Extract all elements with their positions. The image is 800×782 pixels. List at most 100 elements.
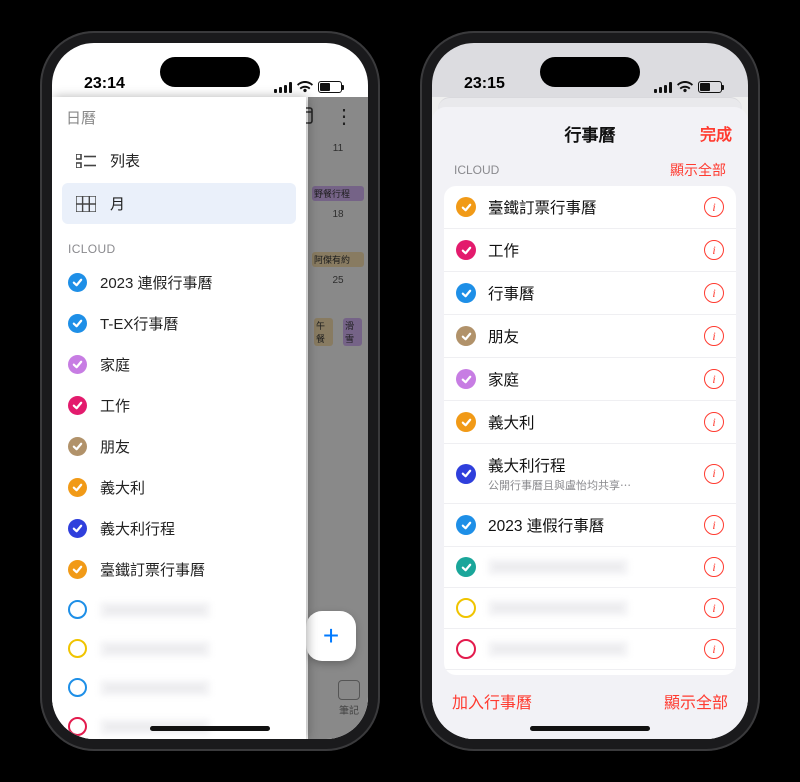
calendar-checkbox[interactable]	[68, 519, 87, 538]
calendar-checkbox[interactable]	[68, 355, 87, 374]
calendar-label-column: 工作	[488, 239, 692, 261]
calendar-checkbox[interactable]	[456, 598, 476, 618]
calendar-label: 臺鐵訂票行事曆	[100, 559, 205, 580]
plus-icon: +	[323, 620, 339, 652]
calendar-label: 家庭	[100, 354, 130, 375]
calendar-list: 2023 連假行事曆 T-EX行事曆家庭工作朋友義大利義大利行程臺鐵訂票行事曆	[52, 262, 306, 739]
calendar-item[interactable]: 朋友	[52, 426, 306, 467]
calendar-checkbox[interactable]	[68, 717, 87, 736]
calendar-checkbox[interactable]	[68, 478, 87, 497]
calendar-item[interactable]: 工作	[52, 385, 306, 426]
calendar-checkbox[interactable]	[68, 639, 87, 658]
calendar-label: 行事曆	[488, 282, 692, 304]
calendar-item[interactable]: i	[444, 628, 736, 669]
dynamic-island	[540, 57, 640, 87]
sidebar-title: 日曆	[52, 101, 306, 138]
calendar-checkbox[interactable]	[456, 515, 476, 535]
calendar-label: 朋友	[488, 325, 692, 347]
calendar-item[interactable]: 臺鐵訂票行事曆	[52, 549, 306, 590]
sheet-header: 行事曆 完成	[432, 107, 748, 156]
calendar-checkbox[interactable]	[456, 412, 476, 432]
info-icon[interactable]: i	[704, 283, 724, 303]
calendar-item[interactable]: 義大利 i	[444, 400, 736, 443]
home-indicator[interactable]	[150, 726, 270, 731]
calendar-checkbox[interactable]	[68, 396, 87, 415]
info-icon[interactable]: i	[704, 639, 724, 659]
calendar-label: 臺鐵訂票行事曆	[488, 196, 692, 218]
info-icon[interactable]: i	[704, 197, 724, 217]
info-icon[interactable]: i	[704, 369, 724, 389]
show-all-button[interactable]: 顯示全部	[664, 689, 728, 713]
done-button[interactable]: 完成	[700, 121, 732, 145]
calendar-label: 義大利	[100, 477, 145, 498]
calendar-checkbox[interactable]	[456, 240, 476, 260]
battery-icon	[318, 81, 342, 93]
calendar-item[interactable]: i	[444, 587, 736, 628]
calendar-item[interactable]: 2023 連假行事曆	[52, 262, 306, 303]
notes-chip[interactable]: 筆記	[338, 680, 360, 717]
calendar-checkbox[interactable]	[456, 283, 476, 303]
info-icon[interactable]: i	[704, 326, 724, 346]
calendar-item[interactable]: 家庭	[52, 344, 306, 385]
calendar-item[interactable]: 工作 i	[444, 228, 736, 271]
info-icon[interactable]: i	[704, 412, 724, 432]
calendar-item[interactable]	[52, 590, 306, 629]
calendar-checkbox[interactable]	[456, 197, 476, 217]
status-time: 23:14	[84, 75, 125, 93]
google-calendar-screen: 日曆 ⋮ 11 野餐行程 18 阿傑有約 25 午餐 滑雪	[52, 97, 368, 739]
calendar-sublabel: 公開行事曆且與盧怡均共享⋯	[488, 477, 692, 493]
group-header-row: ICLOUD 顯示全部	[432, 156, 748, 186]
calendar-label-redacted	[488, 641, 628, 657]
calendar-item[interactable]: 義大利行程公開行事曆且與盧怡均共享⋯i	[444, 443, 736, 503]
view-option-list[interactable]: 列表	[62, 140, 296, 181]
screen-right: 23:15 行事曆 完成 ICLOUD 顯示全部	[432, 43, 748, 739]
info-icon[interactable]: i	[704, 515, 724, 535]
calendar-item[interactable]: 義大利	[52, 467, 306, 508]
calendar-item[interactable]: i	[444, 546, 736, 587]
view-option-month[interactable]: 月	[62, 183, 296, 224]
calendar-item[interactable]	[52, 668, 306, 707]
calendar-item[interactable]: T-EX行事曆	[52, 303, 306, 344]
calendar-label: 義大利	[488, 411, 692, 433]
calendar-item[interactable]: i	[444, 669, 736, 675]
calendar-checkbox[interactable]	[68, 437, 87, 456]
calendar-checkbox[interactable]	[456, 557, 476, 577]
section-header-icloud: ICLOUD	[52, 226, 306, 262]
calendar-checkbox[interactable]	[456, 326, 476, 346]
calendar-list-card: 臺鐵訂票行事曆i工作i行事曆i朋友i家庭i義大利i義大利行程公開行事曆且與盧怡均…	[444, 186, 736, 675]
home-indicator[interactable]	[530, 726, 650, 731]
cellular-signal-icon	[274, 82, 292, 93]
calendar-item[interactable]: 2023 連假行事曆i	[444, 503, 736, 546]
calendar-checkbox[interactable]	[456, 464, 476, 484]
calendar-item[interactable]: 家庭i	[444, 357, 736, 400]
calendar-checkbox[interactable]	[456, 369, 476, 389]
month-view-icon	[76, 196, 96, 212]
calendar-checkbox[interactable]	[68, 273, 87, 292]
info-icon[interactable]: i	[704, 557, 724, 577]
info-icon[interactable]: i	[704, 464, 724, 484]
calendar-checkbox[interactable]	[68, 560, 87, 579]
calendar-item[interactable]: 臺鐵訂票行事曆 i	[444, 186, 736, 228]
calendar-label-column: 行事曆	[488, 282, 692, 304]
calendar-checkbox[interactable]	[68, 678, 87, 697]
info-icon[interactable]: i	[704, 240, 724, 260]
calendar-item[interactable]: 行事曆 i	[444, 271, 736, 314]
calendar-item[interactable]: 義大利行程	[52, 508, 306, 549]
group-show-all-button[interactable]: 顯示全部	[670, 160, 726, 180]
calendar-checkbox[interactable]	[68, 600, 87, 619]
calendar-checkbox[interactable]	[456, 639, 476, 659]
dynamic-island	[160, 57, 260, 87]
add-calendar-button[interactable]: 加入行事曆	[452, 689, 532, 713]
calendar-checkbox[interactable]	[68, 314, 87, 333]
calendar-label: 2023 連假行事曆	[100, 272, 213, 293]
create-event-fab[interactable]: +	[306, 611, 356, 661]
calendar-label: 工作	[488, 239, 692, 261]
calendar-label-column	[488, 641, 692, 657]
calendar-item[interactable]: 朋友 i	[444, 314, 736, 357]
calendar-item[interactable]	[52, 707, 306, 739]
calendar-label-redacted	[488, 600, 628, 616]
info-icon[interactable]: i	[704, 598, 724, 618]
wifi-icon	[677, 81, 693, 93]
view-option-label: 月	[110, 193, 125, 214]
calendar-item[interactable]	[52, 629, 306, 668]
